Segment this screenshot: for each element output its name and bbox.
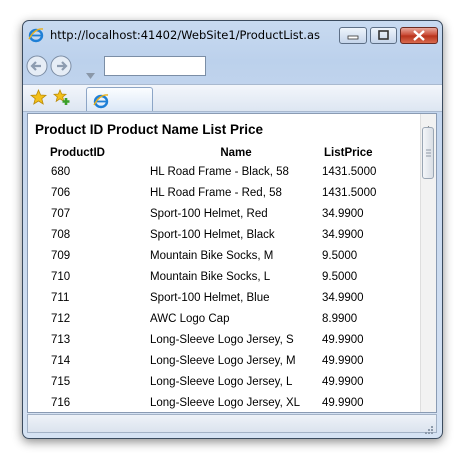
column-header-productid: ProductID — [50, 147, 105, 159]
cell-listprice: 49.9900 — [322, 396, 364, 409]
cell-name: Mountain Bike Socks, L — [150, 270, 271, 283]
cell-name: HL Road Frame - Black, 58 — [150, 165, 289, 178]
ie-icon — [28, 27, 44, 43]
cell-productid: 716 — [51, 396, 71, 409]
page-title: Product ID Product Name List Price — [35, 122, 264, 137]
maximize-icon — [378, 30, 389, 40]
table-row: 711 Sport-100 Helmet, Blue 34.9900 — [34, 287, 404, 308]
scroll-thumb[interactable] — [422, 127, 434, 179]
cell-name: Sport-100 Helmet, Black — [150, 228, 275, 241]
cell-productid: 713 — [51, 333, 71, 346]
cell-listprice: 1431.5000 — [322, 165, 377, 178]
column-header-listprice: ListPrice — [324, 147, 373, 159]
scroll-down-arrow-icon[interactable] — [424, 403, 433, 409]
table-row: 712 AWC Logo Cap 8.9900 — [34, 308, 404, 329]
status-bar — [27, 414, 437, 434]
table-row: 715 Long-Sleeve Logo Jersey, L 49.9900 — [34, 371, 404, 392]
cell-listprice: 34.9900 — [322, 291, 364, 304]
cell-listprice: 49.9900 — [322, 354, 364, 367]
close-button[interactable] — [400, 27, 438, 44]
add-favorite-icon[interactable] — [52, 88, 70, 106]
cell-listprice: 8.9900 — [322, 312, 358, 325]
maximize-button[interactable] — [370, 27, 397, 44]
minimize-icon — [347, 35, 359, 40]
cell-name: Mountain Bike Socks, M — [150, 249, 274, 262]
title-bar[interactable]: http://localhost:41402/WebSite1/ProductL… — [23, 21, 442, 51]
column-header-name: Name — [220, 147, 252, 159]
back-button[interactable] — [26, 55, 48, 77]
cell-name: HL Road Frame - Red, 58 — [150, 186, 282, 199]
table-row: 714 Long-Sleeve Logo Jersey, M 49.9900 — [34, 350, 404, 371]
cell-name: Long-Sleeve Logo Jersey, S — [150, 333, 294, 346]
cell-productid: 708 — [51, 228, 71, 241]
cell-name: AWC Logo Cap — [150, 312, 230, 325]
ie-icon — [93, 93, 109, 109]
forward-button[interactable] — [50, 55, 72, 77]
window-title: http://localhost:41402/WebSite1/ProductL… — [50, 28, 320, 42]
browser-window: http://localhost:41402/WebSite1/ProductL… — [22, 20, 443, 439]
back-arrow-icon — [26, 55, 48, 77]
close-icon — [413, 30, 425, 41]
cell-name: Sport-100 Helmet, Red — [150, 207, 268, 220]
cell-productid: 706 — [51, 186, 71, 199]
cell-listprice: 34.9900 — [322, 207, 364, 220]
minimize-button[interactable] — [339, 27, 367, 44]
cell-name: Sport-100 Helmet, Blue — [150, 291, 270, 304]
dropdown-arrow-icon[interactable] — [86, 64, 95, 79]
table-row: 706 HL Road Frame - Red, 58 1431.5000 — [34, 182, 404, 203]
cell-productid: 712 — [51, 312, 71, 325]
address-input[interactable] — [104, 56, 206, 76]
scroll-up-arrow-icon[interactable] — [424, 117, 433, 132]
table-header-row: ProductID Name ListPrice — [34, 145, 404, 161]
favorites-star-icon[interactable] — [29, 88, 48, 106]
cell-listprice: 9.5000 — [322, 249, 358, 262]
table-row: 710 Mountain Bike Socks, L 9.5000 — [34, 266, 404, 287]
cell-listprice: 49.9900 — [322, 333, 364, 346]
vertical-scrollbar[interactable] — [420, 114, 436, 412]
table-row: 709 Mountain Bike Socks, M 9.5000 — [34, 245, 404, 266]
cell-productid: 709 — [51, 249, 71, 262]
table-row: 680 HL Road Frame - Black, 58 1431.5000 — [34, 161, 404, 182]
table-row: 713 Long-Sleeve Logo Jersey, S 49.9900 — [34, 329, 404, 350]
cell-productid: 680 — [51, 165, 71, 178]
cell-name: Long-Sleeve Logo Jersey, XL — [150, 396, 301, 409]
resize-grip-icon[interactable] — [424, 420, 434, 434]
cell-productid: 707 — [51, 207, 71, 220]
tab-product-list[interactable] — [86, 87, 153, 111]
cell-name: Long-Sleeve Logo Jersey, M — [150, 354, 296, 367]
product-table: ProductID Name ListPrice 680 HL Road Fram… — [34, 145, 404, 412]
table-row: 707 Sport-100 Helmet, Red 34.9900 — [34, 203, 404, 224]
cell-productid: 711 — [51, 291, 70, 304]
cell-listprice: 9.5000 — [322, 270, 358, 283]
forward-arrow-icon — [50, 55, 72, 77]
tab-bar — [23, 84, 442, 112]
cell-name: Long-Sleeve Logo Jersey, L — [150, 375, 293, 388]
cell-listprice: 1431.5000 — [322, 186, 377, 199]
table-row: 708 Sport-100 Helmet, Black 34.9900 — [34, 224, 404, 245]
cell-productid: 714 — [51, 354, 71, 367]
cell-listprice: 49.9900 — [322, 375, 364, 388]
page-content: Product ID Product Name List Price Produ… — [27, 113, 437, 413]
cell-listprice: 34.9900 — [322, 228, 364, 241]
cell-productid: 715 — [51, 375, 71, 388]
cell-productid: 710 — [51, 270, 71, 283]
table-row: 716 Long-Sleeve Logo Jersey, XL 49.9900 — [34, 392, 404, 412]
